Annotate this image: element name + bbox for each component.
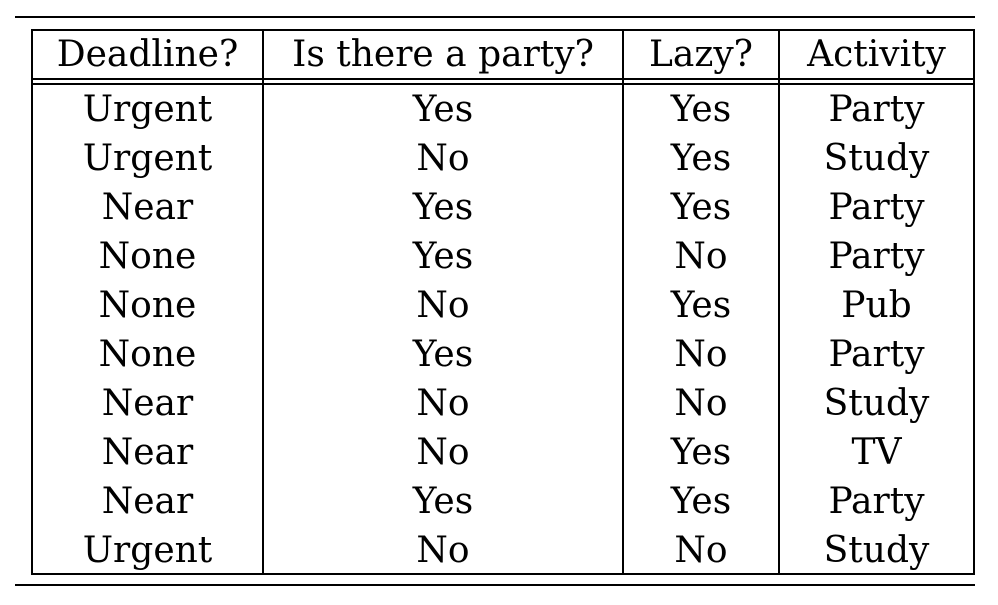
- cell-deadline: Urgent: [82, 138, 213, 179]
- cell-party: No: [416, 138, 470, 179]
- table-row: Urgent Yes Yes Party: [33, 85, 973, 134]
- cell-deadline: None: [98, 236, 197, 277]
- cell-party: Yes: [412, 236, 474, 277]
- cell-lazy: Yes: [670, 481, 732, 522]
- cell-activity: Pub: [841, 285, 912, 326]
- cell-activity: Party: [828, 89, 925, 130]
- cell-party: No: [416, 530, 470, 571]
- cell-lazy: Yes: [670, 138, 732, 179]
- cell-lazy: No: [674, 383, 728, 424]
- cell-deadline: Near: [101, 383, 194, 424]
- cell-activity: Party: [828, 334, 925, 375]
- header-deadline: Deadline?: [56, 34, 239, 75]
- table-row: Near No No Study: [33, 379, 973, 428]
- cell-lazy: No: [674, 334, 728, 375]
- cell-activity: TV: [851, 432, 902, 473]
- cell-deadline: Near: [101, 187, 194, 228]
- cell-activity: Study: [823, 138, 930, 179]
- cell-party: Yes: [412, 89, 474, 130]
- cell-deadline: Urgent: [82, 530, 213, 571]
- cell-deadline: Near: [101, 481, 194, 522]
- cell-lazy: Yes: [670, 187, 732, 228]
- table-row: Urgent No No Study: [33, 526, 973, 575]
- cell-activity: Party: [828, 187, 925, 228]
- table-row: Near No Yes TV: [33, 428, 973, 477]
- cell-lazy: No: [674, 236, 728, 277]
- cell-party: No: [416, 383, 470, 424]
- data-table: Deadline? Is there a party? Lazy? Activi…: [31, 29, 975, 575]
- table-row: Urgent No Yes Study: [33, 134, 973, 183]
- cell-party: Yes: [412, 481, 474, 522]
- cell-deadline: Urgent: [82, 89, 213, 130]
- cell-activity: Study: [823, 383, 930, 424]
- table-header: Deadline? Is there a party? Lazy? Activi…: [33, 31, 973, 78]
- cell-deadline: None: [98, 334, 197, 375]
- cell-party: Yes: [412, 187, 474, 228]
- cell-party: Yes: [412, 334, 474, 375]
- cell-lazy: No: [674, 530, 728, 571]
- table-row: Near Yes Yes Party: [33, 477, 973, 526]
- cell-activity: Study: [823, 530, 930, 571]
- top-rule: [15, 16, 975, 18]
- cell-activity: Party: [828, 481, 925, 522]
- header-lazy: Lazy?: [649, 34, 753, 75]
- header-party: Is there a party?: [292, 34, 594, 75]
- table-row: None No Yes Pub: [33, 281, 973, 330]
- cell-deadline: None: [98, 285, 197, 326]
- cell-lazy: Yes: [670, 432, 732, 473]
- cell-deadline: Near: [101, 432, 194, 473]
- cell-party: No: [416, 285, 470, 326]
- cell-lazy: Yes: [670, 285, 732, 326]
- table-row: None Yes No Party: [33, 330, 973, 379]
- header-activity: Activity: [807, 34, 946, 75]
- header-divider: [33, 78, 973, 80]
- cell-party: No: [416, 432, 470, 473]
- cell-activity: Party: [828, 236, 925, 277]
- cell-lazy: Yes: [670, 89, 732, 130]
- bottom-rule: [15, 584, 975, 586]
- table-row: None Yes No Party: [33, 232, 973, 281]
- table-row: Near Yes Yes Party: [33, 183, 973, 232]
